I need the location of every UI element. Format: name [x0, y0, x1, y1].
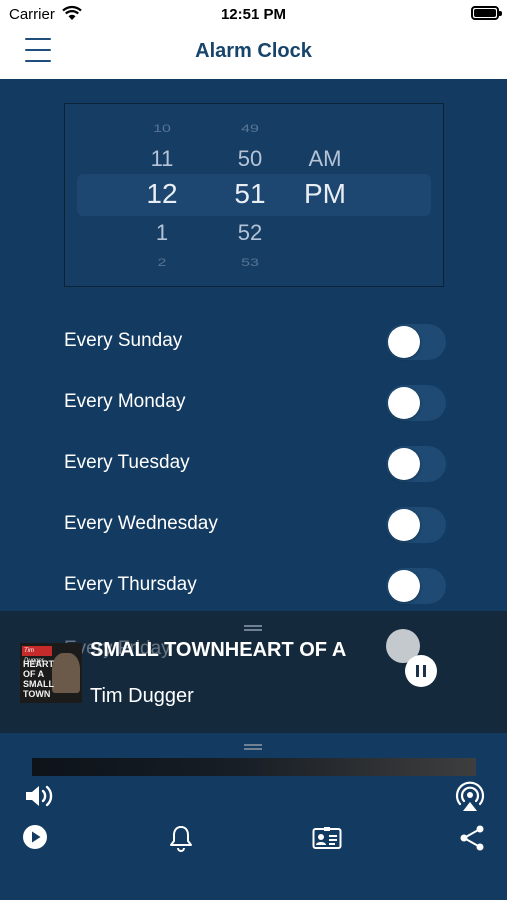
- battery-icon: [471, 6, 502, 20]
- minute-selected: 51: [234, 178, 266, 209]
- period-option: AM: [308, 146, 342, 171]
- period-wheel[interactable]: AM PM: [290, 104, 360, 286]
- hour-option: 11: [150, 146, 174, 171]
- day-row-monday: Every Monday: [64, 383, 446, 423]
- drag-handle-icon[interactable]: [244, 625, 262, 631]
- share-icon[interactable]: [458, 824, 486, 852]
- toggle-knob: [388, 509, 420, 541]
- speaker-icon[interactable]: [22, 780, 54, 812]
- hour-option: 2: [157, 256, 167, 269]
- hour-selected: 12: [146, 178, 178, 209]
- period-selected: PM: [304, 178, 346, 209]
- track-title: SMALL TOWNHEART OF A: [90, 639, 347, 661]
- page-title: Alarm Clock: [195, 40, 312, 62]
- track-artist: Tim Dugger: [90, 685, 194, 707]
- minute-option: 52: [237, 220, 263, 245]
- day-row-tuesday: Every Tuesday: [64, 444, 446, 484]
- hour-option: 1: [155, 220, 169, 245]
- toggle-knob: [388, 570, 420, 602]
- day-label: Every Sunday: [64, 330, 183, 351]
- minute-option: 53: [241, 256, 259, 269]
- minute-option: 50: [237, 146, 263, 171]
- time-picker[interactable]: 10 11 12 1 2 49 50 51 52 53 AM PM: [64, 103, 444, 287]
- minute-option: 49: [241, 122, 259, 135]
- hour-wheel[interactable]: 10 11 12 1 2: [127, 104, 197, 286]
- status-bar: Carrier 12:51 PM: [0, 0, 507, 28]
- pause-icon[interactable]: [405, 655, 437, 687]
- bell-icon[interactable]: [168, 824, 194, 852]
- play-icon[interactable]: [22, 824, 48, 850]
- now-playing-bar[interactable]: Every Friday Tim Dugger HEART OF A SMALL…: [0, 611, 507, 733]
- monday-toggle[interactable]: [386, 385, 446, 421]
- minute-wheel[interactable]: 49 50 51 52 53: [215, 104, 285, 286]
- day-label: Every Wednesday: [64, 513, 218, 534]
- day-row-thursday: Every Thursday: [64, 566, 446, 606]
- wednesday-toggle[interactable]: [386, 507, 446, 543]
- day-row-sunday: Every Sunday: [64, 322, 446, 362]
- day-label: Every Thursday: [64, 574, 197, 595]
- sunday-toggle[interactable]: [386, 324, 446, 360]
- toggle-knob: [388, 448, 420, 480]
- day-label: Every Tuesday: [64, 452, 190, 473]
- album-art: Tim Dugger HEART OF A SMALL TOWN: [20, 643, 82, 703]
- contact-card-icon[interactable]: [312, 826, 342, 850]
- day-row-wednesday: Every Wednesday: [64, 505, 446, 545]
- thursday-toggle[interactable]: [386, 568, 446, 604]
- day-label: Every Monday: [64, 391, 186, 412]
- toggle-knob: [388, 387, 420, 419]
- drag-handle-icon[interactable]: [244, 744, 262, 750]
- top-bar: Carrier 12:51 PM Alarm Clock: [0, 0, 507, 79]
- playback-progress-bar[interactable]: [32, 758, 476, 776]
- tuesday-toggle[interactable]: [386, 446, 446, 482]
- toggle-knob: [388, 326, 420, 358]
- airplay-icon[interactable]: [454, 780, 486, 812]
- status-time: 12:51 PM: [220, 6, 287, 23]
- hour-option: 10: [153, 122, 171, 135]
